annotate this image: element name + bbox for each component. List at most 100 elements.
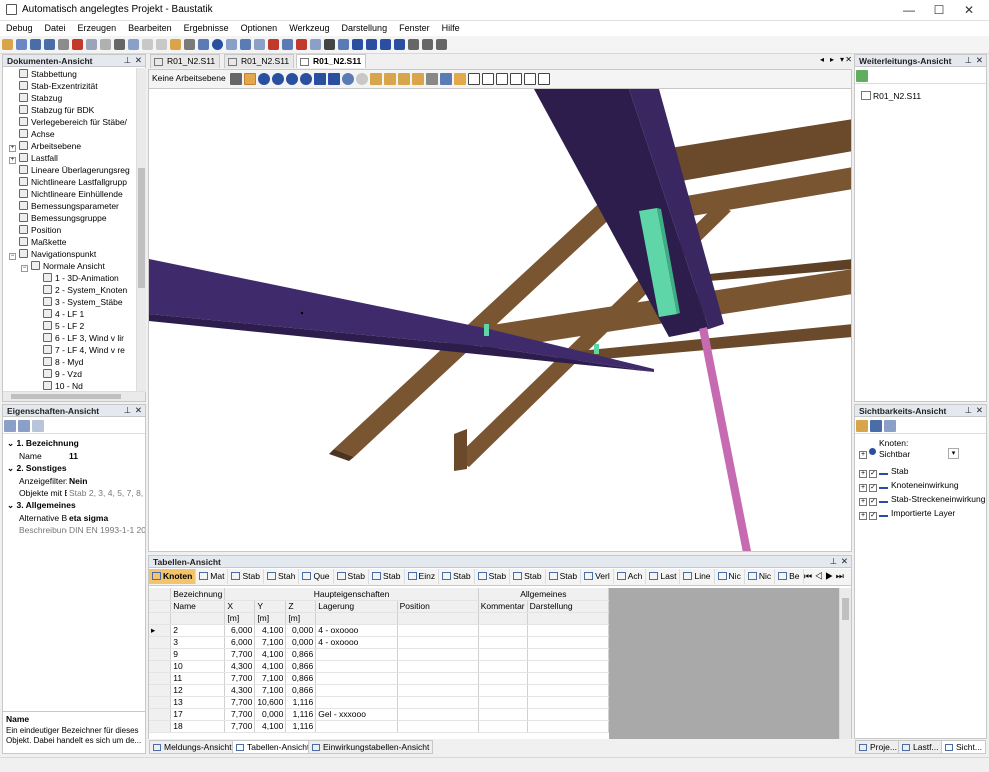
- tree-item[interactable]: + Arbeitsebene: [9, 140, 81, 152]
- viewport-tab[interactable]: R01_N2.S11: [296, 54, 367, 68]
- table-cell[interactable]: [397, 624, 479, 637]
- expander-icon[interactable]: +: [9, 145, 16, 152]
- property-value[interactable]: DIN EN 1993-1-1 2010: [69, 524, 145, 536]
- table-cell[interactable]: [397, 672, 479, 685]
- table-cell[interactable]: [527, 672, 610, 685]
- table-tab[interactable]: Stab: [334, 569, 370, 584]
- tree-item[interactable]: 7 - LF 4, Wind v re: [33, 344, 125, 356]
- table-cell[interactable]: 7,700: [224, 648, 256, 661]
- open-icon[interactable]: [16, 39, 27, 50]
- line-load-icon[interactable]: [296, 39, 307, 50]
- table-cell[interactable]: 4,300: [224, 660, 256, 673]
- column-header[interactable]: Darstellung: [527, 600, 610, 613]
- visibility-checkbox[interactable]: ✓: [869, 484, 877, 492]
- table-cell[interactable]: 0,866: [285, 660, 317, 673]
- row-selector[interactable]: ▸: [149, 624, 172, 637]
- view-back-icon[interactable]: [482, 73, 494, 85]
- table-cell[interactable]: 17: [170, 708, 226, 721]
- table-cell[interactable]: 0,000: [285, 636, 317, 649]
- table-cell[interactable]: 4,300: [224, 684, 256, 697]
- last-icon[interactable]: ⏭: [836, 571, 844, 581]
- table-cell[interactable]: Gel - xxxooo: [315, 708, 398, 721]
- table-tab[interactable]: Ach: [614, 569, 647, 584]
- table-cell[interactable]: [527, 696, 610, 709]
- 3d-viewport[interactable]: [148, 88, 852, 552]
- zoom-all-icon[interactable]: [300, 73, 312, 85]
- pin-icon[interactable]: ⊥: [965, 55, 972, 66]
- table-tab[interactable]: Knoten: [149, 569, 197, 584]
- table-tab[interactable]: Stab: [369, 569, 405, 584]
- visibility-checkbox[interactable]: ✓: [869, 470, 877, 478]
- model-icon[interactable]: [198, 39, 209, 50]
- table-cell[interactable]: [397, 708, 479, 721]
- tree-item[interactable]: Lineare Überlagerungsreg: [9, 164, 130, 176]
- member-load-icon[interactable]: [310, 39, 321, 50]
- expander-icon[interactable]: −: [9, 253, 16, 260]
- table-cell[interactable]: 0,866: [285, 672, 317, 685]
- menu-optionen[interactable]: Optionen: [235, 21, 284, 33]
- visibility-item[interactable]: + ✓ Importierte Layer: [859, 507, 955, 520]
- layer-select[interactable]: Keine Arbeitsebene ▾: [150, 72, 226, 96]
- categorized-icon[interactable]: [4, 420, 16, 432]
- knoten-visibility-select[interactable]: Sichtbar: [879, 448, 959, 460]
- table-cell[interactable]: 0,000: [254, 708, 287, 721]
- tree-item[interactable]: Stab-Exzentrizität: [9, 80, 98, 92]
- table-tab[interactable]: Nic: [715, 569, 745, 584]
- menu-erzeugen[interactable]: Erzeugen: [72, 21, 123, 33]
- menu-bearbeiten[interactable]: Bearbeiten: [122, 21, 178, 33]
- table-tab[interactable]: Stah: [264, 569, 300, 584]
- graph-icon[interactable]: [394, 39, 405, 50]
- load-icon[interactable]: [268, 39, 279, 50]
- table-cell[interactable]: 3: [170, 636, 226, 649]
- property-row[interactable]: Alternative Beta sigma: [3, 512, 148, 524]
- tab-list-icon[interactable]: ▾: [840, 55, 844, 64]
- table-cell[interactable]: [478, 624, 528, 637]
- tree-item[interactable]: Verlegebereich für Stäbe/: [9, 116, 127, 128]
- table-cell[interactable]: 4,100: [254, 624, 287, 637]
- select-add-icon[interactable]: [422, 39, 433, 50]
- table-tab[interactable]: Einz: [405, 569, 440, 584]
- view-top-icon[interactable]: [524, 73, 536, 85]
- table-cell[interactable]: 9: [170, 648, 226, 661]
- table-tab[interactable]: Last: [646, 569, 681, 584]
- open-icon[interactable]: [856, 420, 868, 432]
- table-cell[interactable]: [315, 660, 398, 673]
- scrollbar-thumb[interactable]: [138, 168, 145, 288]
- tree-item[interactable]: Nichtlineare Einhüllende: [9, 188, 123, 200]
- pdf-icon[interactable]: [72, 39, 83, 50]
- table-cell[interactable]: [397, 660, 479, 673]
- close-icon[interactable]: ✕: [976, 405, 983, 416]
- menu-debug[interactable]: Debug: [0, 21, 39, 33]
- visibility-item[interactable]: + ✓ Stab-Streckeneinwirkung: [859, 493, 986, 506]
- tab-sichtbarkeit[interactable]: Sicht...: [941, 740, 986, 754]
- knoten-expander[interactable]: +: [859, 447, 876, 459]
- table-cell[interactable]: 7,100: [254, 636, 287, 649]
- zoom-icon[interactable]: [258, 73, 270, 85]
- menu-ergebnisse[interactable]: Ergebnisse: [178, 21, 235, 33]
- tab-lastfall[interactable]: Lastf...: [898, 740, 943, 754]
- table-row[interactable]: 3 6,000 7,100 0,000 4 - oxoooo: [149, 636, 610, 649]
- table-cell[interactable]: 12: [170, 684, 226, 697]
- menu-werkzeug[interactable]: Werkzeug: [283, 21, 335, 33]
- select-icon[interactable]: [408, 39, 419, 50]
- cut-icon[interactable]: [100, 39, 111, 50]
- table-tab[interactable]: Stab: [228, 569, 264, 584]
- tree-item[interactable]: Position: [9, 224, 61, 236]
- property-row[interactable]: Anzeigefilter: Nein: [3, 475, 148, 487]
- tree-item[interactable]: 1 - 3D-Animation: [33, 272, 119, 284]
- table-cell[interactable]: 10: [170, 660, 226, 673]
- table-row[interactable]: 12 4,300 7,100 0,866: [149, 684, 610, 697]
- column-header[interactable]: Kommentar: [478, 600, 528, 613]
- material-icon[interactable]: [226, 39, 237, 50]
- expand-icon[interactable]: +: [859, 470, 867, 478]
- table-cell[interactable]: 7,700: [224, 720, 256, 733]
- chevron-down-icon[interactable]: ▾: [948, 448, 959, 459]
- pin-icon[interactable]: ⊥: [830, 556, 837, 567]
- expand-icon[interactable]: +: [859, 484, 867, 492]
- view-right-icon[interactable]: [510, 73, 522, 85]
- close-icon[interactable]: ✕: [135, 405, 142, 416]
- table-tab[interactable]: Stab: [546, 569, 582, 584]
- column-header[interactable]: X: [224, 600, 256, 613]
- menu-darstellung[interactable]: Darstellung: [336, 21, 394, 33]
- minimize-button[interactable]: —: [893, 0, 925, 21]
